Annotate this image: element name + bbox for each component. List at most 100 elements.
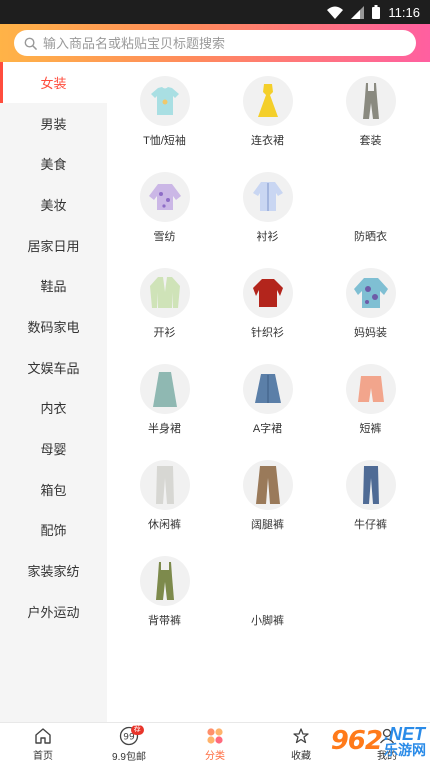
- image-placeholder: [346, 172, 396, 222]
- nav-label: 首页: [33, 751, 53, 762]
- subcategory-shirt[interactable]: 衬衫: [216, 172, 319, 268]
- subcategory-a-line-skirt[interactable]: A字裙: [216, 364, 319, 460]
- subcategory-label: 防晒衣: [354, 231, 387, 243]
- sidebar-item-label: 箱包: [40, 482, 67, 498]
- casual-pants-icon: [139, 460, 190, 510]
- subcategory-label: 小脚裤: [251, 615, 284, 627]
- sidebar-item-shoes[interactable]: 鞋品: [0, 265, 107, 306]
- subcategory-chiffon[interactable]: 雪纺: [113, 172, 216, 268]
- sidebar-item-label: 文娱车品: [27, 360, 80, 376]
- sidebar-item-home[interactable]: 居家日用: [0, 225, 107, 266]
- mom-top-icon: [345, 268, 396, 318]
- tshirt-icon: [139, 76, 190, 126]
- subcategory-wide-leg-pants[interactable]: 阔腿裤: [216, 460, 319, 556]
- sidebar-item-bags[interactable]: 箱包: [0, 469, 107, 510]
- wifi-icon: [327, 6, 344, 19]
- sidebar-item-men[interactable]: 男装: [0, 103, 107, 144]
- subcategory-label: 休闲裤: [148, 519, 181, 531]
- subcategory-panel: T恤/短袖 连衣裙 套装 雪纺 衬衫 防晒衣 开衫 针织衫 妈妈装 半身裙 A字…: [107, 62, 430, 722]
- subcategory-mom-wear[interactable]: 妈妈装: [319, 268, 422, 364]
- battery-icon: [372, 5, 381, 19]
- jeans-icon: [345, 460, 396, 510]
- category-sidebar: 女装 男装 美食 美妆 居家日用 鞋品 数码家电 文娱车品 内衣 母婴 箱包 配…: [0, 62, 107, 722]
- sidebar-item-baby[interactable]: 母婴: [0, 428, 107, 469]
- subcategory-label: 半身裙: [148, 423, 181, 435]
- site-watermark: 962 .NET 乐游网: [276, 716, 426, 766]
- subcategory-tshirt[interactable]: T恤/短袖: [113, 76, 216, 172]
- dress-icon: [242, 76, 293, 126]
- cardigan-icon: [139, 268, 190, 318]
- image-placeholder: [243, 556, 293, 606]
- sidebar-item-label: 鞋品: [40, 279, 67, 295]
- watermark-number: 962: [330, 726, 383, 756]
- sidebar-item-label: 配饰: [40, 523, 67, 539]
- sidebar-item-outdoor[interactable]: 户外运动: [0, 591, 107, 632]
- knit-sweater-icon: [242, 268, 293, 318]
- nav-label: 分类: [205, 751, 225, 762]
- status-time: 11:16: [388, 4, 420, 20]
- watermark-site: 乐游网: [384, 742, 426, 758]
- subcategory-shorts[interactable]: 短裤: [319, 364, 422, 460]
- subcategory-label: 连衣裙: [251, 135, 284, 147]
- subcategory-skinny-pants[interactable]: 小脚裤: [216, 556, 319, 652]
- subcategory-label: 针织衫: [251, 327, 284, 339]
- subcategory-jeans[interactable]: 牛仔裤: [319, 460, 422, 556]
- subcategory-label: 背带裤: [148, 615, 181, 627]
- jumpsuit-set-icon: [345, 76, 396, 126]
- sidebar-item-furnishing[interactable]: 家装家纺: [0, 550, 107, 591]
- subcategory-skirt[interactable]: 半身裙: [113, 364, 216, 460]
- watermark-net: .NET: [384, 724, 426, 744]
- wide-leg-pants-icon: [242, 460, 293, 510]
- subcategory-cardigan[interactable]: 开衫: [113, 268, 216, 364]
- search-input[interactable]: [43, 35, 383, 51]
- sidebar-item-label: 女装: [40, 75, 67, 91]
- subcategory-dress[interactable]: 连衣裙: [216, 76, 319, 172]
- search-header: [0, 24, 430, 62]
- subcategory-overalls[interactable]: 背带裤: [113, 556, 216, 652]
- shorts-icon: [345, 364, 396, 414]
- subcategory-label: T恤/短袖: [143, 135, 186, 147]
- watermark-text: .NET 乐游网: [384, 725, 426, 757]
- home-icon: [35, 728, 51, 744]
- subcategory-casual-pants[interactable]: 休闲裤: [113, 460, 216, 556]
- subcategory-sun-protection[interactable]: 防晒衣: [319, 172, 422, 268]
- sidebar-item-label: 户外运动: [27, 604, 80, 620]
- sidebar-item-label: 美食: [40, 157, 67, 173]
- nav-nine-nine[interactable]: 99 荐 9.9包邮: [86, 723, 172, 766]
- sidebar-item-label: 内衣: [40, 401, 67, 417]
- search-box[interactable]: [14, 30, 416, 56]
- subcategory-set[interactable]: 套装: [319, 76, 422, 172]
- recommend-badge: 荐: [130, 725, 144, 735]
- chiffon-blouse-icon: [139, 172, 190, 222]
- sidebar-item-label: 美妆: [40, 197, 67, 213]
- sidebar-item-beauty[interactable]: 美妆: [0, 184, 107, 225]
- sidebar-item-label: 居家日用: [27, 238, 80, 254]
- sidebar-item-label: 男装: [40, 116, 67, 132]
- subcategory-knitwear[interactable]: 针织衫: [216, 268, 319, 364]
- a-line-skirt-icon: [242, 364, 293, 414]
- subcategory-label: 牛仔裤: [354, 519, 387, 531]
- search-icon: [24, 37, 37, 50]
- long-skirt-icon: [139, 364, 190, 414]
- nav-home[interactable]: 首页: [0, 723, 86, 766]
- sidebar-item-entertainment[interactable]: 文娱车品: [0, 347, 107, 388]
- sidebar-item-label: 母婴: [40, 442, 67, 458]
- overalls-icon: [139, 556, 190, 606]
- sidebar-item-digital[interactable]: 数码家电: [0, 306, 107, 347]
- subcategory-label: 衬衫: [256, 231, 279, 243]
- shirt-icon: [242, 172, 293, 222]
- sidebar-item-women[interactable]: 女装: [0, 62, 107, 103]
- status-bar: 11:16: [0, 0, 430, 24]
- subcategory-label: 阔腿裤: [251, 519, 284, 531]
- nav-category[interactable]: 分类: [172, 723, 258, 766]
- nav-label: 9.9包邮: [112, 752, 146, 763]
- subcategory-label: 开衫: [153, 327, 176, 339]
- sidebar-item-accessories[interactable]: 配饰: [0, 510, 107, 551]
- subcategory-label: 套装: [359, 135, 382, 147]
- category-icon: [207, 728, 223, 744]
- sidebar-item-food[interactable]: 美食: [0, 143, 107, 184]
- signal-icon: [351, 5, 365, 19]
- subcategory-grid: T恤/短袖 连衣裙 套装 雪纺 衬衫 防晒衣 开衫 针织衫 妈妈装 半身裙 A字…: [107, 62, 430, 652]
- sidebar-item-label: 数码家电: [27, 319, 80, 335]
- sidebar-item-underwear[interactable]: 内衣: [0, 388, 107, 429]
